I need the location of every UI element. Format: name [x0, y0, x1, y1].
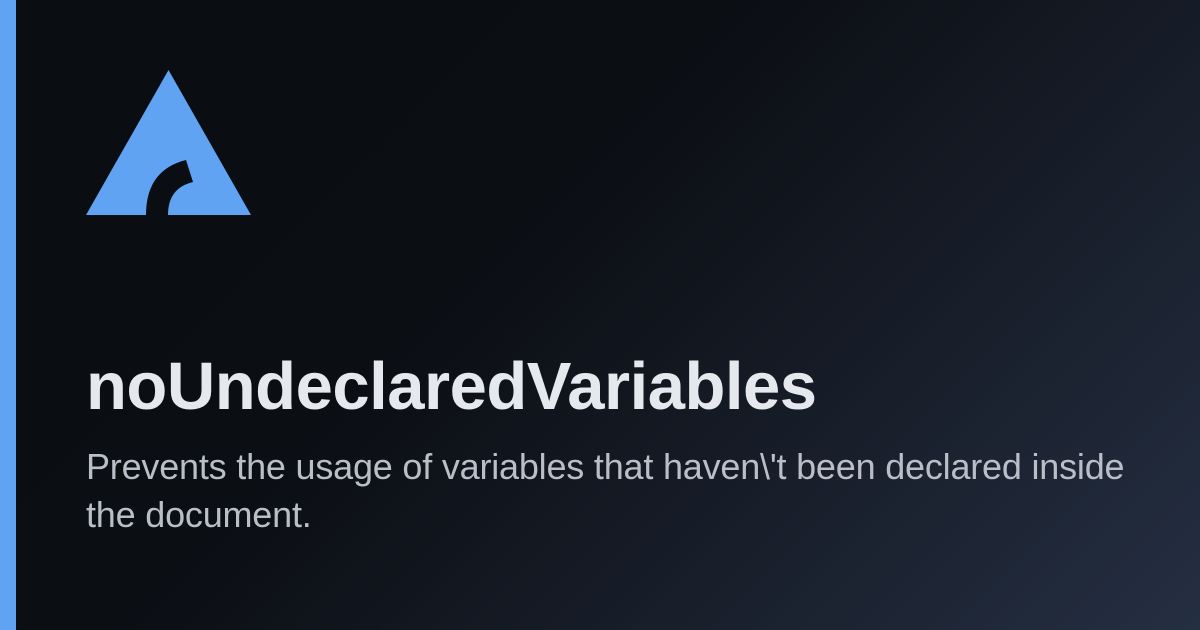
- content-area: noUndeclaredVariables Prevents the usage…: [16, 0, 1200, 630]
- page-description: Prevents the usage of variables that hav…: [86, 443, 1130, 540]
- page-title: noUndeclaredVariables: [86, 348, 1130, 425]
- triangle-logo-icon: [86, 70, 251, 215]
- accent-bar: [0, 0, 16, 630]
- text-block: noUndeclaredVariables Prevents the usage…: [86, 348, 1130, 540]
- page-container: noUndeclaredVariables Prevents the usage…: [0, 0, 1200, 630]
